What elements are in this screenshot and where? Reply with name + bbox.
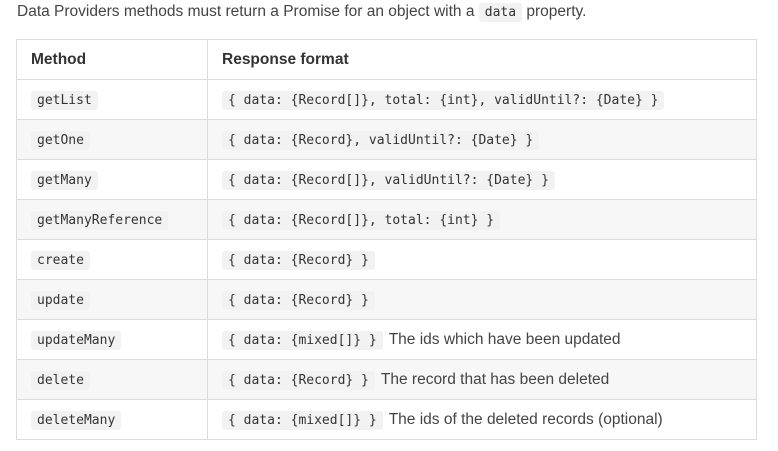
method-cell: deleteMany: [16, 399, 208, 440]
table-row: create { data: {Record} }: [16, 239, 757, 280]
method-code: delete: [31, 370, 90, 390]
method-code: getList: [31, 90, 98, 110]
table-row: getOne { data: {Record}, validUntil?: {D…: [16, 119, 757, 160]
table-row: updateMany { data: {mixed[]} } The ids wh…: [16, 319, 757, 360]
method-code: create: [31, 250, 90, 270]
format-code: { data: {mixed[]} }: [222, 410, 383, 430]
method-cell: getMany: [16, 159, 208, 200]
format-code: { data: {Record} }: [222, 250, 375, 270]
table-row: delete { data: {Record} } The record that…: [16, 359, 757, 400]
table-row: deleteMany { data: {mixed[]} } The ids of…: [16, 399, 757, 440]
table-row: getList { data: {Record[]}, total: {int}…: [16, 79, 757, 120]
format-cell: { data: {mixed[]} } The ids which have be…: [207, 319, 757, 360]
format-note: The ids of the deleted records (optional…: [388, 410, 663, 428]
method-cell: delete: [16, 359, 208, 400]
intro-text-before: Data Providers methods must return a Pro…: [17, 3, 475, 20]
method-cell: getList: [16, 79, 208, 120]
table-body: getList { data: {Record[]}, total: {int}…: [16, 79, 757, 440]
method-code: getOne: [31, 130, 90, 150]
method-code: deleteMany: [31, 410, 122, 430]
format-code: { data: {Record} }: [222, 370, 375, 390]
format-code: { data: {Record[]}, total: {int} }: [222, 210, 501, 230]
method-cell: updateMany: [16, 319, 208, 360]
method-cell: getOne: [16, 119, 208, 160]
table-row: update { data: {Record} }: [16, 279, 757, 320]
method-code: updateMany: [31, 330, 122, 350]
method-cell: getManyReference: [16, 199, 208, 240]
method-code: update: [31, 290, 90, 310]
method-code: getMany: [31, 170, 98, 190]
method-cell: update: [16, 279, 208, 320]
intro-text-after: property.: [526, 3, 587, 20]
intro-code-data: data: [478, 3, 523, 22]
format-cell: { data: {Record[]}, validUntil?: {Date} …: [207, 159, 757, 200]
format-cell: { data: {Record[]}, total: {int}, validU…: [207, 79, 757, 120]
format-code: { data: {mixed[]} }: [222, 330, 383, 350]
format-code: { data: {Record} }: [222, 290, 375, 310]
response-format-table: Method Response format getList { data: {…: [16, 39, 757, 440]
header-method: Method: [16, 39, 208, 80]
intro-paragraph: Data Providers methods must return a Pro…: [17, 2, 586, 23]
format-cell: { data: {Record}, validUntil?: {Date} }: [207, 119, 757, 160]
method-cell: create: [16, 239, 208, 280]
format-cell: { data: {Record} }: [207, 279, 757, 320]
method-code: getManyReference: [31, 210, 169, 230]
format-cell: { data: {Record} } The record that has be…: [207, 359, 757, 400]
header-row: Method Response format: [16, 39, 757, 80]
format-cell: { data: {mixed[]} } The ids of the delete…: [207, 399, 757, 440]
format-cell: { data: {Record} }: [207, 239, 757, 280]
header-response-format: Response format: [207, 39, 757, 80]
format-code: { data: {Record[]}, total: {int}, validU…: [222, 90, 665, 110]
format-cell: { data: {Record[]}, total: {int} }: [207, 199, 757, 240]
format-code: { data: {Record[]}, validUntil?: {Date} …: [222, 170, 555, 190]
format-note: The ids which have been updated: [388, 330, 621, 348]
table-row: getMany { data: {Record[]}, validUntil?:…: [16, 159, 757, 200]
format-code: { data: {Record}, validUntil?: {Date} }: [222, 130, 540, 150]
table-header: Method Response format: [16, 39, 757, 80]
format-note: The record that has been deleted: [380, 370, 610, 388]
table-row: getManyReference { data: {Record[]}, tot…: [16, 199, 757, 240]
